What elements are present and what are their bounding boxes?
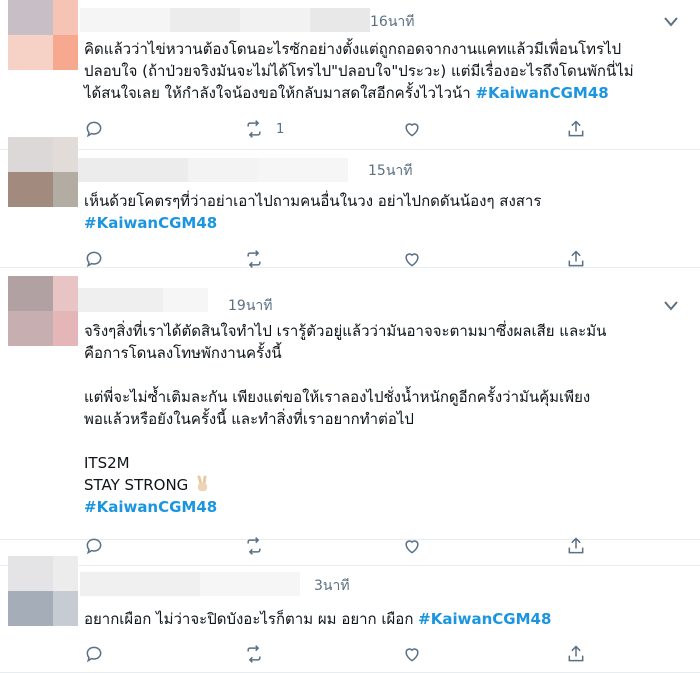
reply-icon (86, 538, 102, 555)
retweet-icon (247, 250, 261, 268)
reply-button[interactable] (84, 117, 104, 141)
avatar[interactable] (8, 137, 78, 207)
share-button[interactable] (566, 642, 586, 666)
reply-button[interactable] (84, 642, 104, 666)
hashtag-link[interactable]: #KaiwanCGM48 (84, 498, 217, 516)
tweet-timestamp[interactable]: 3นาที (314, 575, 350, 597)
tweet-actions: 1 (84, 117, 604, 141)
tweet[interactable]: 19นาที จริงๆสิ่งที่เราได้ตัดสินใจทำไป เร… (0, 268, 700, 540)
share-button[interactable] (566, 534, 586, 558)
heart-icon (405, 540, 419, 554)
share-icon (568, 120, 584, 137)
tweet-timestamp[interactable]: 19นาที (228, 295, 272, 317)
retweet-icon (247, 537, 261, 555)
hashtag-link[interactable]: #KaiwanCGM48 (84, 214, 217, 232)
heart-icon (405, 123, 419, 137)
reply-icon (86, 121, 102, 138)
tweet-timestamp[interactable]: 16นาที (370, 11, 414, 33)
avatar[interactable] (8, 276, 78, 346)
tweet-text: อยากเผือก ไม่ว่าจะปิดบังอะไรก็ตาม ผม อยา… (84, 610, 552, 628)
reply-icon (86, 646, 102, 663)
tweet-timestamp[interactable]: 15นาที (368, 160, 412, 182)
share-icon (568, 645, 584, 662)
retweet-icon (247, 645, 261, 663)
heart-icon (405, 253, 419, 267)
hashtag-link[interactable]: #KaiwanCGM48 (418, 610, 551, 628)
tweet[interactable]: 3นาที อยากเผือก ไม่ว่าจะปิดบังอะไรก็ตาม … (0, 556, 700, 673)
share-icon (568, 537, 584, 554)
victory-hand-icon (197, 475, 208, 491)
tweet[interactable]: 16นาที คิดแล้วว่าไข่หวานต้องโดนอะไรซักอย… (0, 0, 700, 150)
tweet-actions (84, 534, 604, 558)
reply-button[interactable] (84, 534, 104, 558)
chevron-down-icon[interactable] (664, 301, 678, 311)
tweet-text: คิดแล้วว่าไข่หวานต้องโดนอะไรซักอย่างตั้ง… (84, 40, 634, 102)
tweet-text: จริงๆสิ่งที่เราได้ตัดสินใจทำไป เรารู้ตัว… (84, 322, 607, 516)
reply-icon (86, 251, 102, 268)
retweet-button[interactable] (244, 642, 264, 666)
share-button[interactable] (566, 117, 586, 141)
tweet[interactable]: 15นาที เห็นด้วยโคตรๆที่ว่าอย่าเอาไปถามคน… (0, 137, 700, 268)
retweet-icon (247, 120, 261, 138)
retweet-button[interactable]: 1 (244, 117, 284, 141)
tweet-text: เห็นด้วยโคตรๆที่ว่าอย่าเอาไปถามคนอื่นในว… (84, 192, 542, 232)
share-icon (568, 250, 584, 267)
avatar[interactable] (8, 556, 78, 626)
hashtag-link[interactable]: #KaiwanCGM48 (475, 84, 608, 102)
avatar[interactable] (8, 0, 78, 70)
retweet-count: 1 (276, 121, 285, 137)
tweet-actions (84, 642, 604, 666)
like-button[interactable] (402, 534, 422, 558)
like-button[interactable] (402, 117, 422, 141)
retweet-button[interactable] (244, 534, 264, 558)
heart-icon (405, 648, 419, 662)
chevron-down-icon[interactable] (664, 17, 678, 27)
like-button[interactable] (402, 642, 422, 666)
